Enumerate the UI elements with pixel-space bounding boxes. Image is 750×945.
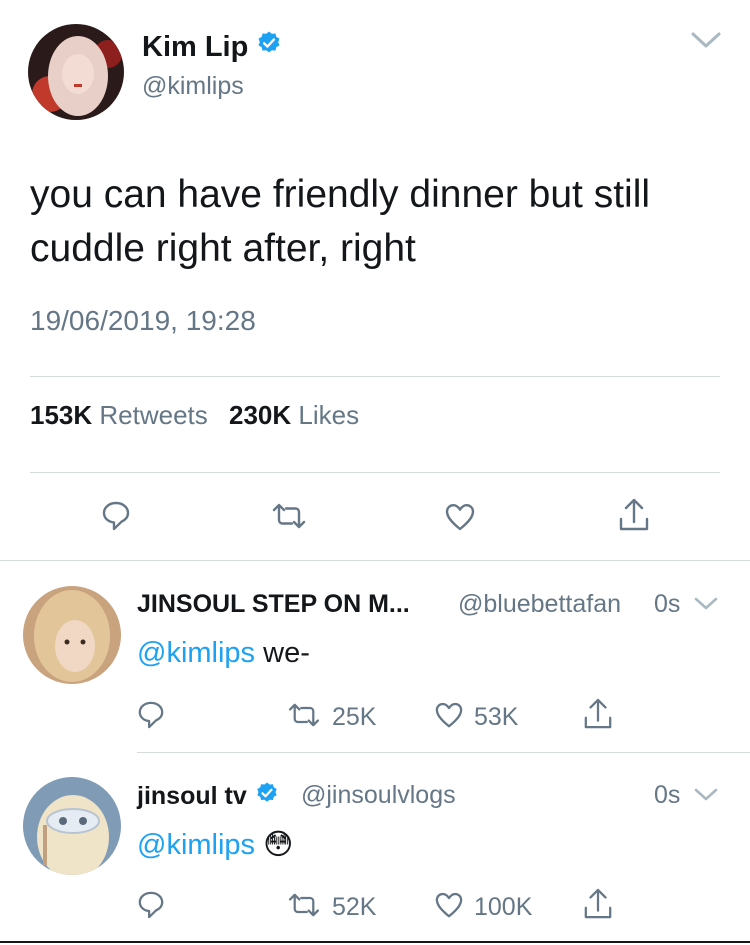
verified-badge-icon	[256, 30, 282, 64]
reply-display-name[interactable]: JINSOUL STEP ON M...	[137, 590, 410, 619]
retweet-count: 52K	[332, 893, 377, 921]
reply-display-name[interactable]: jinsoul tv	[137, 781, 279, 812]
like-button[interactable]: 100K	[434, 891, 532, 924]
reply-display-name-text[interactable]: jinsoul tv	[137, 782, 247, 811]
main-handle[interactable]: @kimlips	[142, 72, 244, 101]
retweet-icon	[286, 892, 322, 923]
reply-body: we-	[255, 637, 310, 669]
chevron-down-icon[interactable]	[690, 30, 722, 55]
reply-button[interactable]	[101, 500, 131, 537]
retweets-label: Retweets	[99, 400, 208, 430]
share-button[interactable]	[618, 497, 650, 538]
avatar-jinsoulvlogs[interactable]	[23, 777, 121, 875]
reply-text: @kimlips 😳	[137, 827, 293, 862]
main-tweet-text: you can have friendly dinner but still c…	[30, 173, 651, 270]
chevron-down-icon[interactable]	[693, 596, 719, 617]
like-icon	[444, 502, 476, 537]
retweet-button[interactable]: 25K	[286, 702, 376, 733]
retweet-count: 25K	[332, 703, 377, 731]
like-icon	[434, 891, 464, 924]
main-display-name-text[interactable]: Kim Lip	[142, 31, 248, 64]
like-count: 100K	[474, 893, 533, 921]
reply-icon	[101, 500, 131, 537]
retweet-button[interactable]: 52K	[286, 892, 376, 923]
reply-time: 0s	[654, 590, 681, 618]
reply-body: 😳	[255, 829, 294, 861]
mention-link[interactable]: @kimlips	[137, 829, 255, 861]
retweet-icon	[270, 502, 308, 535]
main-tweet-timestamp[interactable]: 19/06/2019, 19:28	[30, 305, 256, 337]
reply-handle[interactable]: @jinsoulvlogs	[301, 781, 456, 810]
reply-time: 0s	[654, 781, 681, 809]
mention-link[interactable]: @kimlips	[137, 637, 255, 669]
share-button[interactable]	[583, 697, 613, 736]
retweets-stat[interactable]: 153K Retweets	[30, 400, 229, 430]
likes-count: 230K	[229, 400, 292, 430]
section-divider	[137, 752, 750, 753]
chevron-down-icon[interactable]	[693, 787, 719, 808]
engagement-stats: 153K Retweets 230K Likes	[30, 400, 373, 431]
likes-label: Likes	[298, 400, 360, 430]
retweet-button[interactable]	[270, 502, 308, 535]
reply-icon	[137, 890, 165, 925]
section-divider	[0, 941, 750, 943]
like-button[interactable]: 53K	[434, 701, 518, 734]
share-icon	[618, 497, 650, 538]
like-icon	[434, 701, 464, 734]
avatar-bluebettafan[interactable]	[23, 586, 121, 684]
reply-button[interactable]	[137, 890, 165, 925]
like-count: 53K	[474, 703, 519, 731]
reply-icon	[137, 700, 165, 735]
divider	[30, 472, 720, 473]
like-button[interactable]	[444, 502, 476, 537]
divider	[30, 376, 720, 377]
section-divider	[0, 560, 750, 561]
retweet-icon	[286, 702, 322, 733]
avatar-kim-lip[interactable]	[28, 24, 124, 120]
reply-handle[interactable]: @bluebettafan	[458, 590, 621, 619]
share-icon	[583, 697, 613, 736]
verified-badge-icon	[255, 781, 279, 812]
reply-text: @kimlips we-	[137, 637, 310, 670]
share-icon	[583, 887, 613, 926]
reply-button[interactable]	[137, 700, 165, 735]
share-button[interactable]	[583, 887, 613, 926]
likes-stat[interactable]: 230K Likes	[229, 400, 373, 430]
retweets-count: 153K	[30, 400, 93, 430]
main-display-name[interactable]: Kim Lip	[142, 30, 282, 64]
